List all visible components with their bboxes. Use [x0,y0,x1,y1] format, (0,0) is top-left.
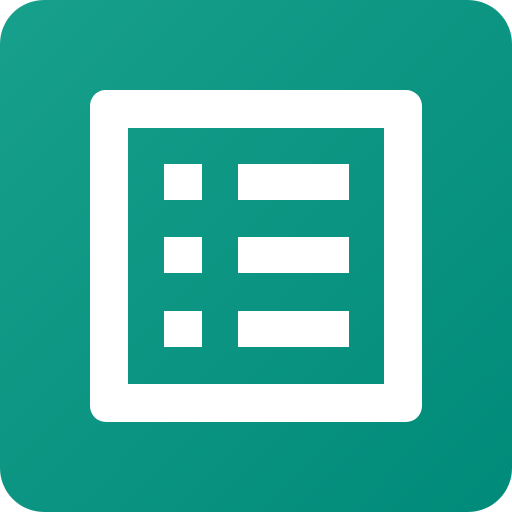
list-bullet-1 [164,164,202,200]
app-icon-tile [0,0,512,512]
list-line-3 [238,311,349,347]
list-line-2 [238,237,349,273]
app-icon-svg [0,0,512,512]
list-bullet-2 [164,237,202,273]
list-line-1 [238,164,349,200]
list-bullet-3 [164,311,202,347]
